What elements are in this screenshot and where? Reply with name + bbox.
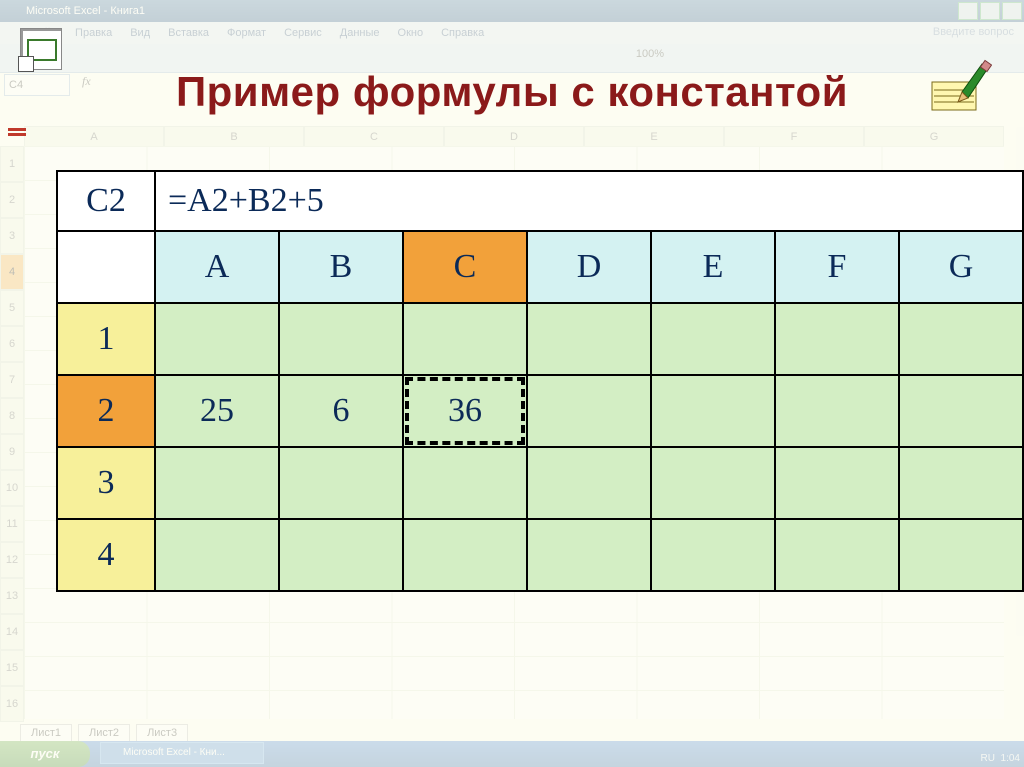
cell-F4 <box>775 519 899 591</box>
cell-F3 <box>775 447 899 519</box>
formula-cell-ref: C2 <box>57 171 155 231</box>
bg-start-button: пуск <box>0 741 90 767</box>
cell-C3 <box>403 447 527 519</box>
row-head-2: 2 <box>57 375 155 447</box>
bg-zoom: 100% <box>636 48 664 60</box>
cell-B2: 6 <box>279 375 403 447</box>
bg-taskbar: пуск Microsoft Excel - Кни... RU 1:04 <box>0 741 1024 767</box>
row-head-1: 1 <box>57 303 155 375</box>
pencil-notepad-icon <box>928 58 992 114</box>
cell-G2 <box>899 375 1023 447</box>
slide-title: Пример формулы с константой <box>0 68 1024 116</box>
cell-F2 <box>775 375 899 447</box>
cell-B4 <box>279 519 403 591</box>
cell-D3 <box>527 447 651 519</box>
bg-menubar: ФайлПравка ВидВставка ФорматСервис Данны… <box>0 22 1024 44</box>
bg-titlebar: Microsoft Excel - Книга1 <box>0 0 1024 22</box>
cell-A4 <box>155 519 279 591</box>
example-table: C2 =A2+B2+5 A B C D E F G 1 2 25 6 36 3 <box>56 170 1024 592</box>
formula-text: =A2+B2+5 <box>155 171 1023 231</box>
cell-D4 <box>527 519 651 591</box>
cell-B1 <box>279 303 403 375</box>
table-corner <box>57 231 155 303</box>
excel-shortcut-icon: ↗ <box>20 28 62 70</box>
col-head-D: D <box>527 231 651 303</box>
cell-G1 <box>899 303 1023 375</box>
col-head-C: C <box>403 231 527 303</box>
col-head-A: A <box>155 231 279 303</box>
row-head-4: 4 <box>57 519 155 591</box>
cell-B3 <box>279 447 403 519</box>
bg-window-buttons <box>958 2 1022 20</box>
cell-E1 <box>651 303 775 375</box>
bg-title: Microsoft Excel - Книга1 <box>26 5 145 17</box>
cell-G4 <box>899 519 1023 591</box>
cell-C2: 36 <box>403 375 527 447</box>
title-divider <box>8 128 1016 136</box>
cell-F1 <box>775 303 899 375</box>
cell-A3 <box>155 447 279 519</box>
cell-E4 <box>651 519 775 591</box>
cell-E2 <box>651 375 775 447</box>
bg-row-headers: 123 456 789 101112 131415 16 <box>0 146 24 722</box>
cell-C4 <box>403 519 527 591</box>
col-head-E: E <box>651 231 775 303</box>
cell-E3 <box>651 447 775 519</box>
cell-A2: 25 <box>155 375 279 447</box>
col-head-F: F <box>775 231 899 303</box>
bg-task-button: Microsoft Excel - Кни... <box>100 742 264 764</box>
cell-D2 <box>527 375 651 447</box>
cell-A1 <box>155 303 279 375</box>
cell-D1 <box>527 303 651 375</box>
col-head-G: G <box>899 231 1023 303</box>
row-head-3: 3 <box>57 447 155 519</box>
cell-G3 <box>899 447 1023 519</box>
col-head-B: B <box>279 231 403 303</box>
bg-sheet-tabs: Лист1Лист2Лист3 <box>20 724 188 741</box>
bg-tray: RU 1:04 <box>981 753 1020 764</box>
bg-ask-box: Введите вопрос <box>933 26 1014 38</box>
cell-C1 <box>403 303 527 375</box>
